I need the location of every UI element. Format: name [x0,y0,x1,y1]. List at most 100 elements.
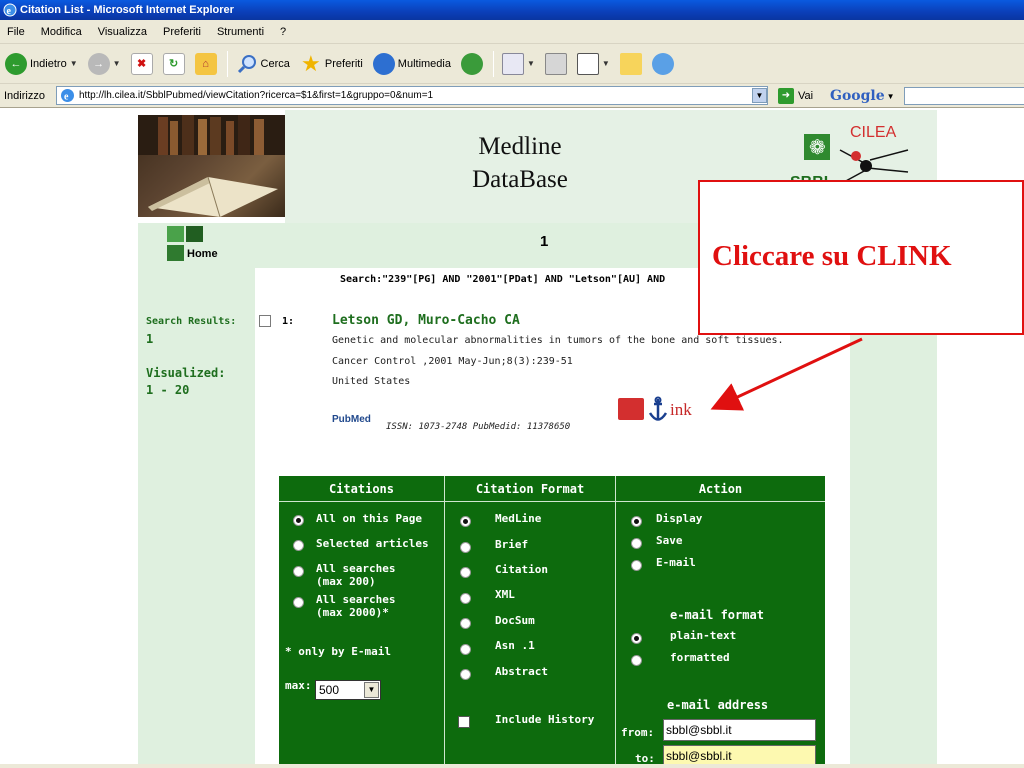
chevron-down-icon: ▼ [601,59,610,68]
chevron-down-icon: ▼ [112,59,121,68]
format-option-label: Citation [495,563,548,576]
citations-radio[interactable] [293,515,304,526]
google-toolbar[interactable]: Google ▼ [830,86,895,106]
favorites-button[interactable]: ★ Preferiti [298,49,365,79]
back-button[interactable]: ← Indietro ▼ [3,49,80,79]
menu-visualizza[interactable]: Visualizza [95,26,150,38]
database-title-line1: Medline [478,133,562,160]
max-label: max: [285,679,312,692]
email-format-radio[interactable] [631,655,642,666]
citations-radio[interactable] [293,540,304,551]
internet-explorer-icon: e [3,3,17,17]
annotation-callout: Cliccare su CLINK [698,180,1024,335]
citations-radio[interactable] [293,566,304,577]
google-search-input[interactable] [904,87,1024,105]
result-authors-link[interactable]: Letson GD, Muro-Cacho CA [332,313,520,328]
format-radio[interactable] [460,516,471,527]
messenger-button[interactable] [650,49,676,79]
history-icon [460,52,483,75]
messenger-icon [651,52,674,75]
menu-help[interactable]: ? [277,26,289,38]
print-button[interactable] [543,49,569,79]
refresh-button[interactable]: ↻ [161,49,187,79]
include-history-checkbox[interactable] [458,716,470,728]
search-results-label: Search Results: [146,316,237,327]
format-radio[interactable] [460,669,471,680]
citations-option-label: All searches [316,562,396,575]
home-icon: ⌂ [194,52,217,75]
browser-toolbar: ← Indietro ▼ → ▼ ✖ ↻ ⌂ Cerca ★ Preferiti… [0,44,1024,84]
email-format-radio[interactable] [631,633,642,644]
anchor-icon [648,396,668,421]
result-source: Cancer Control ,2001 May-Jun;8(3):239-51 [332,356,573,367]
forward-button[interactable]: → ▼ [86,49,123,79]
menu-bar: File Modifica Visualizza Preferiti Strumenti… [0,20,1024,44]
visualized-label: Visualized: [146,366,226,380]
folder-icon [619,52,642,75]
address-label: Indirizzo [4,89,45,102]
action-radio[interactable] [631,560,642,571]
format-option-label: DocSum [495,614,535,627]
citations-option-sublabel: (max 200) [316,575,376,588]
printer-icon [544,52,567,75]
annotation-arrow-icon [710,337,863,411]
mail-button[interactable]: ▼ [500,49,537,79]
left-sidebar [138,223,255,768]
home-link[interactable]: Home [167,226,237,266]
stop-icon: ✖ [130,52,153,75]
chevron-down-icon: ▼ [886,91,895,101]
search-icon [236,53,258,75]
format-radio[interactable] [460,567,471,578]
result-number: 1: [282,316,295,327]
go-button[interactable]: ➜ Vai [774,87,813,105]
from-label: from: [621,726,655,739]
page-content: Medline DataBase ❁ CILEA SBBL Home 1 Sea… [0,110,1024,768]
history-button[interactable] [459,49,485,79]
search-button[interactable]: Cerca [234,49,292,79]
books-image [138,115,285,217]
email-format-label: e-mail format [670,608,764,622]
svg-text:❁: ❁ [809,135,826,159]
chevron-down-icon: ▼ [69,59,78,68]
menu-modifica[interactable]: Modifica [38,26,85,38]
go-label: Vai [798,90,814,102]
folder-button[interactable] [618,49,644,79]
home-label: Home [187,248,218,260]
search-query: Search:"239"[PG] AND "2001"[PDat] AND "L… [340,274,666,285]
citations-radio[interactable] [293,597,304,608]
favorites-label: Preferiti [324,57,363,70]
google-logo: Google [830,88,885,104]
chevron-down-icon: ▼ [755,91,764,100]
page-number[interactable]: 1 [540,233,548,250]
column-divider [615,476,616,768]
result-checkbox[interactable] [259,315,271,327]
menu-preferiti[interactable]: Preferiti [160,26,204,38]
from-email-input[interactable]: sbbl@sbbl.it [663,719,816,741]
format-radio[interactable] [460,618,471,629]
url-input[interactable]: e http://lh.cilea.it/SbblPubmed/viewCita… [56,86,768,105]
header-citations: Citations [279,476,444,502]
menu-strumenti[interactable]: Strumenti [214,26,267,38]
action-radio[interactable] [631,538,642,549]
citations-option-label: All on this Page [316,512,422,525]
edit-button[interactable]: ▼ [575,49,612,79]
home-toolbar-button[interactable]: ⌂ [193,49,219,79]
format-radio[interactable] [460,593,471,604]
email-only-note: * only by E-mail [285,645,391,658]
home-icon [167,226,184,242]
address-dropdown-button[interactable]: ▼ [752,88,767,103]
media-button[interactable]: Multimedia [371,49,453,79]
star-icon: ★ [301,50,321,76]
stop-button[interactable]: ✖ [129,49,155,79]
format-option-label: Brief [495,538,529,551]
forward-arrow-icon: → [87,52,110,75]
max-select[interactable]: 500 ▼ [315,680,381,700]
format-radio[interactable] [460,644,471,655]
action-radio[interactable] [631,516,642,527]
annotation-text: Cliccare su CLINK [712,240,952,272]
include-history-label: Include History [495,713,595,726]
citations-option-sublabel: (max 2000)* [316,606,389,619]
pubmed-link[interactable]: PubMed [332,414,371,425]
menu-file[interactable]: File [4,26,28,38]
format-radio[interactable] [460,542,471,553]
